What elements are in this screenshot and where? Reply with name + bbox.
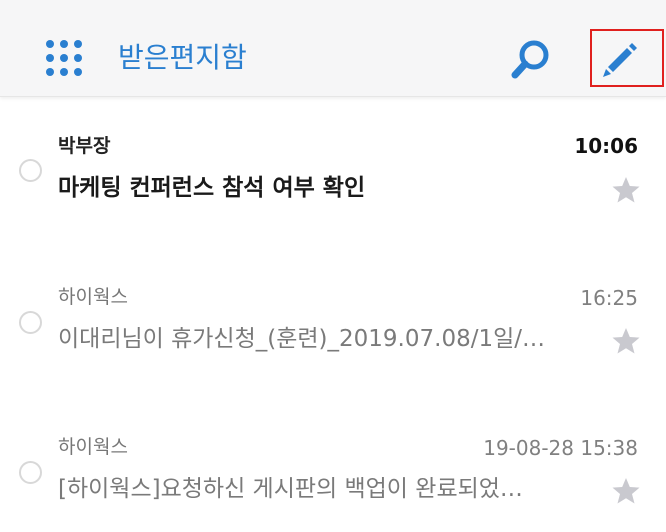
mail-app: 받은편지함 박부장 10:06 마케팅 컨퍼런스 참석 여부 확인 하이웍스 1… <box>0 0 666 532</box>
star-icon[interactable] <box>611 326 641 356</box>
mail-subject: 이대리님이 휴가신청_(훈련)_2019.07.08/1일/… <box>58 326 545 352</box>
mail-sender: 하이웍스 <box>58 286 128 308</box>
star-icon[interactable] <box>611 175 641 205</box>
compose-button[interactable] <box>590 29 664 87</box>
mail-subject: 마케팅 컨퍼런스 참석 여부 확인 <box>58 175 366 201</box>
app-header: 받은편지함 <box>0 0 666 97</box>
search-icon <box>511 40 549 79</box>
grid-menu-icon <box>46 40 82 76</box>
menu-button[interactable] <box>44 38 84 78</box>
mail-time: 19-08-28 15:38 <box>483 436 638 460</box>
mail-sender: 박부장 <box>58 135 111 157</box>
select-radio[interactable] <box>19 461 42 484</box>
mail-list-item[interactable]: 하이웍스 16:25 이대리님이 휴가신청_(훈련)_2019.07.08/1일… <box>0 250 666 380</box>
mail-list-item[interactable]: 하이웍스 19-08-28 15:38 [하이웍스]요청하신 게시판의 백업이 … <box>0 400 666 530</box>
pencil-icon <box>603 43 637 77</box>
mail-time: 16:25 <box>580 286 638 310</box>
mail-subject: [하이웍스]요청하신 게시판의 백업이 완료되었… <box>58 476 523 502</box>
mail-sender: 하이웍스 <box>58 436 128 458</box>
mail-time: 10:06 <box>574 134 638 158</box>
page-title: 받은편지함 <box>118 41 247 74</box>
mail-list-item[interactable]: 박부장 10:06 마케팅 컨퍼런스 참석 여부 확인 <box>0 100 666 230</box>
select-radio[interactable] <box>19 311 42 334</box>
select-radio[interactable] <box>19 159 42 182</box>
star-icon[interactable] <box>611 476 641 506</box>
search-button[interactable] <box>510 38 552 80</box>
